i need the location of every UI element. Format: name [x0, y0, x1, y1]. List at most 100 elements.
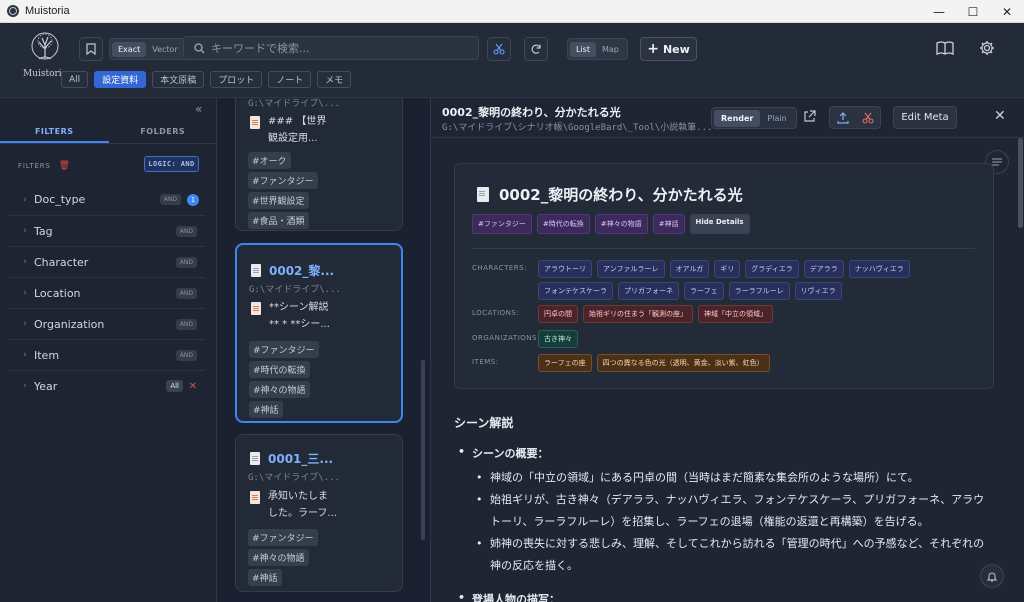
close-window-button[interactable]: ✕ — [990, 0, 1024, 23]
chevron-right-icon: › — [23, 319, 27, 329]
tag-chip[interactable]: #食品・酒類 — [248, 212, 309, 229]
item-chip[interactable]: ラーフェの座 — [538, 354, 592, 372]
settings-button[interactable] — [979, 40, 995, 59]
tag-chip[interactable]: #神々の物語 — [248, 549, 309, 566]
detail-header: 0002_黎明の終わり、分かたれる光 G:\マイドライブ\シナリオ帳\Googl… — [431, 98, 1024, 138]
tab-folders[interactable]: FOLDERS — [109, 120, 218, 143]
tag-chip[interactable]: #神話 — [249, 401, 283, 418]
facet-item[interactable]: › Item AND — [8, 339, 205, 370]
facet-organization[interactable]: › Organization AND — [8, 308, 205, 339]
character-chip[interactable]: グラディエラ — [745, 260, 799, 278]
character-chip[interactable]: オアルガ — [669, 260, 710, 278]
list-item-selected[interactable]: 0002_黎... G:\マイドライブ\... **シーン解説 ** * **シ… — [235, 243, 403, 423]
upload-icon[interactable] — [836, 111, 849, 124]
card-title-text: 0002_黎... — [269, 264, 335, 278]
collapse-sidebar-icon[interactable]: « — [195, 102, 202, 116]
facet-and-badge[interactable]: AND — [175, 225, 197, 237]
document-icon — [250, 116, 260, 129]
facet-and-badge[interactable]: AND — [159, 194, 181, 205]
bookmark-button[interactable] — [79, 37, 103, 61]
tag-chip[interactable]: #神話 — [248, 569, 282, 586]
maximize-button[interactable]: ☐ — [956, 0, 990, 23]
trash-icon[interactable]: 🗑 — [59, 161, 70, 171]
refresh-button[interactable] — [524, 37, 548, 61]
facet-and-badge[interactable]: AND — [175, 318, 197, 330]
category-settings-material[interactable]: 設定資料 — [94, 71, 147, 88]
search-mode-exact[interactable]: Exact — [112, 41, 147, 57]
item-chip[interactable]: 四つの異なる色の光（透明、黄金、淡い紫、虹色） — [596, 354, 770, 372]
category-all[interactable]: All — [61, 71, 89, 88]
character-chip[interactable]: リヴィエラ — [794, 282, 842, 300]
location-chip[interactable]: 始祖ギリの住まう「観測の座」 — [583, 305, 693, 323]
open-external-button[interactable] — [803, 110, 816, 126]
facet-location[interactable]: › Location AND — [8, 277, 205, 308]
character-chip[interactable]: ラーフェ — [684, 282, 724, 300]
search-mode-vector[interactable]: Vector — [146, 42, 184, 57]
facet-doc-type[interactable]: › Doc_type AND 1 — [8, 184, 205, 215]
hide-details-button[interactable]: Hide Details — [689, 214, 750, 234]
category-manuscript[interactable]: 本文原稿 — [152, 71, 205, 88]
tag-chip[interactable]: #時代の転換 — [249, 361, 310, 378]
tag-chip[interactable]: #神々の物語 — [249, 381, 310, 398]
facet-and-badge[interactable]: AND — [175, 256, 197, 268]
tag-chip[interactable]: #ファンタジー — [472, 214, 532, 234]
close-icon[interactable]: ✕ — [994, 108, 1006, 124]
card-tags: #ファンタジー #神々の物語 #神話 — [248, 529, 318, 586]
tag-chip[interactable]: #世界観設定 — [248, 192, 309, 209]
view-mode-list[interactable]: List — [570, 41, 596, 57]
list-scrollbar[interactable] — [421, 360, 425, 540]
facet-and-badge[interactable]: AND — [175, 349, 197, 361]
tag-chip[interactable]: #時代の転換 — [536, 214, 590, 234]
facet-year[interactable]: › Year All ✕ — [8, 370, 205, 401]
book-button[interactable] — [936, 41, 954, 58]
new-document-button[interactable]: + New — [640, 37, 697, 61]
tab-filters[interactable]: FILTERS — [0, 120, 109, 143]
render-mode-plain[interactable]: Plain — [760, 110, 793, 127]
card-excerpt: **シーン解説 ** * **シー... — [251, 299, 330, 333]
location-chip[interactable]: 神域「中立の領域」 — [698, 305, 773, 323]
character-chip[interactable]: ナッハヴィエラ — [848, 260, 910, 278]
character-chip[interactable]: ラーラフルーレ — [728, 282, 790, 300]
tag-chip[interactable]: #神々の物語 — [594, 214, 648, 234]
tag-chip[interactable]: #ファンタジー — [248, 529, 318, 546]
organization-chip[interactable]: 古き神々 — [538, 330, 578, 348]
tag-chip[interactable]: #神話 — [652, 214, 685, 234]
character-chip[interactable]: ギリ — [714, 260, 741, 278]
tag-chip[interactable]: #ファンタジー — [248, 172, 318, 189]
character-chip[interactable]: デアララ — [803, 260, 844, 278]
character-chip[interactable]: フォンテケスケーラ — [538, 282, 613, 300]
render-mode-render[interactable]: Render — [714, 109, 761, 127]
category-note[interactable]: ノート — [268, 71, 312, 88]
document-icon — [250, 452, 260, 465]
location-chip[interactable]: 円卓の間 — [538, 305, 578, 323]
character-chip[interactable]: アンファルラーレ — [597, 260, 665, 278]
search-input[interactable]: キーワードで検索... — [183, 36, 479, 60]
tag-chip[interactable]: #ファンタジー — [249, 341, 319, 358]
list-item[interactable]: 0001_三... G:\マイドライブ\... 承知いたしま した。ラーフ...… — [235, 434, 403, 592]
facet-label: Year — [34, 379, 58, 393]
facet-tag[interactable]: › Tag AND — [8, 215, 205, 246]
category-memo[interactable]: メモ — [317, 71, 352, 88]
open-book-icon — [936, 41, 954, 56]
character-chip[interactable]: アラウトーリ — [538, 260, 592, 278]
document-icon — [251, 264, 261, 277]
facet-character[interactable]: › Character AND — [8, 246, 205, 277]
scissors-tool-button[interactable] — [487, 37, 511, 61]
tag-chip[interactable]: #オーク — [248, 152, 291, 169]
clear-year-icon[interactable]: ✕ — [189, 381, 197, 392]
card-tags: #ファンタジー #時代の転換 #神々の物語 #神話 — [249, 341, 319, 418]
category-plot[interactable]: プロット — [210, 71, 263, 88]
edit-meta-button[interactable]: Edit Meta — [893, 106, 957, 129]
scissors-icon[interactable] — [861, 112, 874, 124]
organizations-row: ORGANIZATIONS: 古き神々 — [472, 330, 958, 348]
detail-scrollbar[interactable] — [1018, 138, 1023, 228]
category-chips: All 設定資料 本文原稿 プロット ノート メモ — [61, 71, 352, 88]
facet-and-badge[interactable]: AND — [175, 287, 197, 299]
notification-button[interactable] — [980, 564, 1004, 588]
logic-toggle-button[interactable]: LOGIC: AND — [144, 156, 199, 172]
character-chip[interactable]: プリガフォーネ — [618, 282, 679, 300]
view-mode-map[interactable]: Map — [596, 42, 625, 57]
list-item[interactable]: G:\マイドライブ\... ### 【世界 観設定用... #オーク #ファンタ… — [235, 98, 403, 231]
minimize-button[interactable]: — — [922, 0, 956, 23]
facet-all-badge[interactable]: All — [166, 380, 183, 392]
